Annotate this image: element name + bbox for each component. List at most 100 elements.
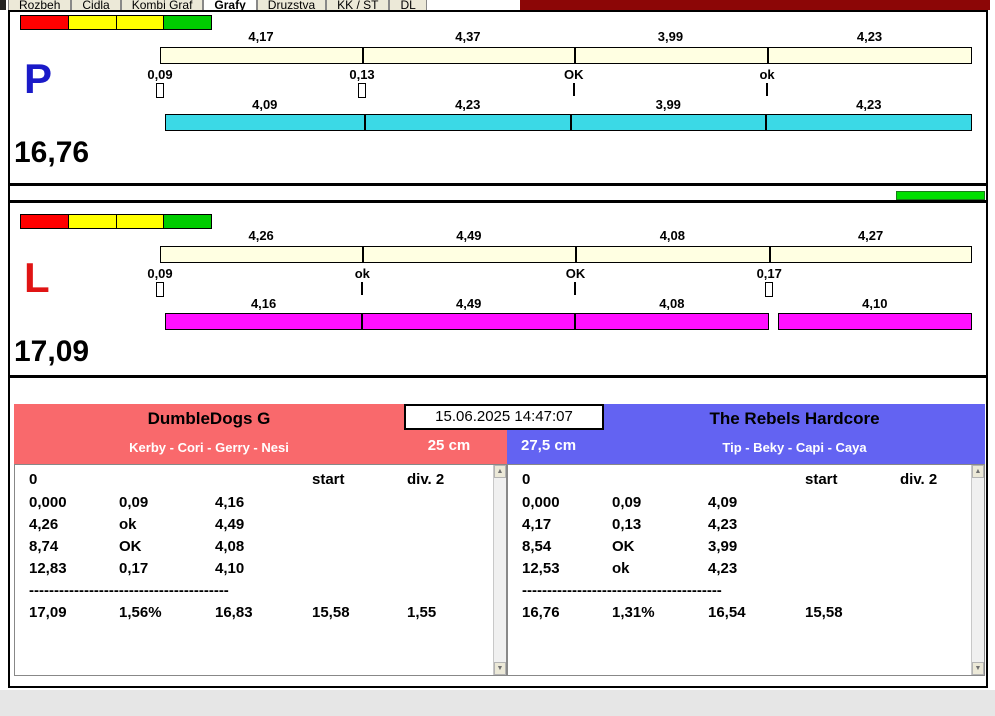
table-total-cell: 1,56% — [119, 604, 162, 621]
lane-panel-l: L 17,09 4,26 4,49 4,08 4,27 0,09 ok OK 0,17 4,16 4,… — [10, 200, 986, 378]
segment-time-bottom: 4,23 — [856, 97, 882, 112]
legend-cell — [116, 215, 165, 228]
table-cell: 4,16 — [215, 494, 245, 511]
table-divider: ---------------------------------------- — [29, 582, 229, 599]
table-total-cell: 15,58 — [805, 604, 843, 621]
timing-app-window: Rozbeh Cidla Kombi Graf Grafy Druzstva KK / S… — [0, 0, 995, 716]
run-bar-segment — [765, 114, 972, 131]
mark-label: OK — [564, 67, 584, 82]
scrollbar[interactable]: ▲ ▼ — [493, 465, 506, 675]
lane-panel-p: P 16,76 4,17 4,37 3,99 4,23 0,09 0,13 OK ok 4,09 4,… — [10, 12, 986, 186]
legend-cell — [21, 16, 69, 29]
table-cell: 4,08 — [215, 538, 245, 555]
mark-label: 0,17 — [756, 266, 782, 281]
table-cell: 4,23 — [708, 516, 738, 533]
status-legend — [20, 214, 212, 229]
progress-bar — [896, 191, 985, 200]
run-bar-segment — [364, 114, 571, 131]
table-header-cell: 0 — [522, 471, 531, 488]
segment-time-bottom: 4,08 — [659, 296, 685, 311]
legend-cell — [21, 215, 69, 228]
table-cell: 3,99 — [708, 538, 738, 555]
scrollbar[interactable]: ▲ ▼ — [971, 465, 984, 675]
scroll-up-icon[interactable]: ▲ — [972, 465, 984, 478]
scroll-up-icon[interactable]: ▲ — [494, 465, 506, 478]
table-cell: 0,09 — [612, 494, 642, 511]
tab-kk-st[interactable]: KK / ST — [326, 0, 390, 10]
titlebar-fragment — [520, 0, 990, 10]
team-right-name: The Rebels Hardcore — [709, 409, 880, 428]
main-frame: P 16,76 4,17 4,37 3,99 4,23 0,09 0,13 OK ok 4,09 4,… — [8, 10, 988, 688]
legend-cell — [116, 16, 165, 29]
mark-label: ok — [759, 67, 775, 82]
lane-total: 16,76 — [14, 136, 90, 169]
tab-grafy[interactable]: Grafy — [203, 0, 257, 10]
segment-time-top: 4,23 — [856, 29, 883, 44]
table-cell: 4,49 — [215, 516, 245, 533]
segment-time-top: 4,27 — [857, 228, 884, 243]
mark-label: ok — [354, 266, 370, 281]
segment-divider — [362, 48, 365, 63]
tab-kombi-graf[interactable]: Kombi Graf — [120, 0, 204, 10]
segment-divider — [573, 48, 576, 63]
table-header-cell: 0 — [29, 471, 38, 488]
mark-glyph-line — [574, 282, 577, 295]
mark-glyph-box — [156, 83, 164, 98]
table-cell: 0,000 — [29, 494, 67, 511]
table-cell: 0,17 — [119, 560, 149, 577]
run-bar-segment — [165, 114, 365, 131]
tab-dl[interactable]: DL — [389, 0, 427, 10]
segment-time-top: 4,17 — [248, 29, 274, 44]
scroll-down-icon[interactable]: ▼ — [494, 662, 506, 675]
segment-time-top: 4,37 — [455, 29, 481, 44]
run-bar-segment — [570, 114, 766, 131]
segment-divider — [575, 247, 578, 262]
mark-glyph-box — [156, 282, 164, 297]
legend-cell — [164, 16, 211, 29]
tab-druzstva[interactable]: Druzstva — [256, 0, 327, 10]
table-cell: 4,10 — [215, 560, 245, 577]
table-total-cell: 16,83 — [215, 604, 253, 621]
segment-divider — [769, 247, 772, 262]
results-table-left: 0 start div. 2 0,000 0,09 4,16 4,26 ok 4,49 8,74 O… — [14, 464, 507, 676]
table-header-cell: div. 2 — [900, 471, 938, 488]
table-cell: 8,54 — [522, 538, 552, 555]
table-cell: 12,53 — [522, 560, 560, 577]
segment-divider — [767, 48, 770, 63]
lane-letter: L — [24, 254, 50, 301]
team-left-name: DumbleDogs G — [147, 409, 271, 428]
lane-letter: P — [24, 55, 53, 102]
table-cell: 0,13 — [612, 516, 642, 533]
table-total-cell: 16,54 — [708, 604, 746, 621]
mark-glyph-line — [766, 83, 769, 96]
table-total-cell: 1,31% — [612, 604, 655, 621]
run-bar-segment — [777, 313, 972, 330]
segment-time-bottom: 4,49 — [456, 296, 482, 311]
team-left-dogs: Kerby - Cori - Gerry - Nesi — [129, 440, 289, 455]
segment-time-bottom: 4,16 — [250, 296, 277, 311]
table-total-cell: 15,58 — [312, 604, 350, 621]
tab-rozbeh[interactable]: Rozbeh — [8, 0, 72, 10]
footer-strip — [0, 690, 995, 716]
table-header-cell: start — [805, 471, 838, 488]
segment-time-top: 4,49 — [456, 228, 482, 243]
segment-time-top: 4,08 — [659, 228, 686, 243]
table-total-cell: 16,76 — [522, 604, 560, 621]
run-bar-segment — [362, 313, 576, 330]
table-header-cell: div. 2 — [407, 471, 445, 488]
legend-cell — [68, 215, 117, 228]
table-cell: 4,17 — [522, 516, 552, 533]
table-cell: ok — [612, 560, 630, 577]
segment-time-top: 4,26 — [248, 228, 274, 243]
sensor-bar-top — [160, 47, 972, 64]
segment-divider — [362, 247, 365, 262]
window-corner-mark — [0, 0, 6, 10]
segment-time-bottom: 4,10 — [862, 296, 888, 311]
mark-glyph-line — [572, 83, 575, 96]
table-header-cell: start — [312, 471, 345, 488]
tab-cidla[interactable]: Cidla — [71, 0, 121, 10]
scroll-down-icon[interactable]: ▼ — [972, 662, 984, 675]
tab-bar: Rozbeh Cidla Kombi Graf Grafy Druzstva KK / S… — [8, 0, 427, 10]
mark-label: 0,13 — [349, 67, 375, 82]
table-cell: OK — [119, 538, 142, 555]
